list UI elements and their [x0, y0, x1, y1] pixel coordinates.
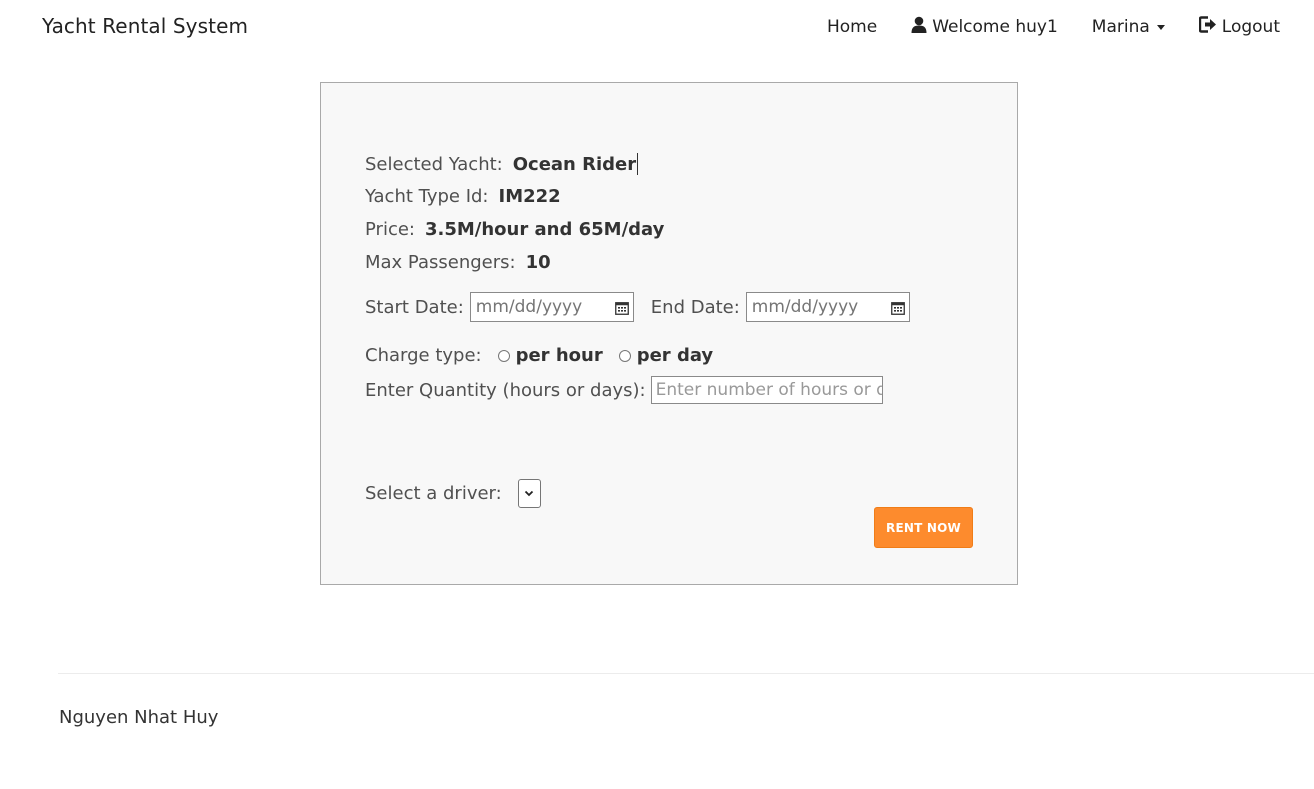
logout-icon	[1198, 16, 1217, 38]
footer-divider	[58, 673, 1314, 674]
start-date-placeholder: mm/dd/yyyy	[475, 297, 583, 317]
nav-welcome-label: Welcome huy1	[932, 17, 1058, 37]
nav-logout-link[interactable]: Logout	[1198, 16, 1280, 38]
end-date-label: End Date:	[650, 296, 740, 318]
caret-down-icon	[1156, 24, 1165, 30]
quantity-placeholder: Enter number of hours or days	[655, 380, 882, 400]
chevron-down-icon	[525, 490, 534, 497]
rent-now-button[interactable]: RENT NOW	[874, 507, 973, 548]
per-day-radio[interactable]	[618, 349, 631, 362]
quantity-input[interactable]: Enter number of hours or days	[650, 376, 883, 404]
start-date-label: Start Date:	[365, 296, 464, 318]
selected-yacht-label: Selected Yacht:	[365, 153, 503, 175]
quantity-label: Enter Quantity (hours or days):	[365, 379, 646, 401]
quantity-row: Enter Quantity (hours or days): Enter nu…	[365, 376, 883, 404]
footer-author: Nguyen Nhat Huy	[59, 707, 219, 728]
yacht-type-label: Yacht Type Id:	[365, 186, 489, 207]
nav-marina-label: Marina	[1091, 17, 1150, 37]
driver-row: Select a driver:	[365, 479, 541, 508]
per-hour-radio[interactable]	[497, 349, 510, 362]
end-date-input[interactable]: mm/dd/yyyy	[745, 292, 910, 322]
max-passengers-label: Max Passengers:	[365, 252, 516, 273]
nav-marina-dropdown[interactable]: Marina	[1092, 17, 1165, 37]
nav-home-label: Home	[826, 17, 878, 37]
text-cursor	[637, 153, 639, 175]
calendar-icon[interactable]	[890, 300, 905, 315]
navbar: Yacht Rental System Home Welcome huy1 Ma…	[0, 0, 1314, 56]
nav-home-link[interactable]: Home	[827, 17, 877, 37]
nav-links: Home Welcome huy1 Marina Logout	[827, 16, 1280, 38]
rental-form-panel: Selected Yacht: Ocean Rider Yacht Type I…	[320, 82, 1018, 585]
yacht-type-row: Yacht Type Id: IM222	[365, 186, 561, 207]
selected-yacht-row: Selected Yacht: Ocean Rider	[365, 153, 639, 175]
driver-select[interactable]	[517, 479, 541, 508]
end-date-placeholder: mm/dd/yyyy	[751, 297, 859, 317]
brand-title[interactable]: Yacht Rental System	[42, 14, 248, 38]
charge-type-row: Charge type: per hour per day	[365, 345, 713, 366]
user-icon	[911, 16, 927, 38]
price-value: 3.5M/hour and 65M/day	[424, 219, 665, 240]
nav-logout-label: Logout	[1221, 17, 1280, 37]
charge-type-label: Charge type:	[365, 345, 482, 366]
max-passengers-value: 10	[525, 252, 551, 273]
per-hour-label[interactable]: per hour	[516, 345, 603, 366]
price-row: Price: 3.5M/hour and 65M/day	[365, 219, 664, 240]
nav-welcome-link[interactable]: Welcome huy1	[911, 16, 1058, 38]
price-label: Price:	[365, 219, 415, 240]
selected-yacht-value: Ocean Rider	[512, 153, 637, 175]
driver-label: Select a driver:	[365, 483, 502, 504]
start-date-input[interactable]: mm/dd/yyyy	[469, 292, 634, 322]
yacht-type-value: IM222	[498, 186, 561, 207]
per-day-label[interactable]: per day	[637, 345, 713, 366]
max-passengers-row: Max Passengers: 10	[365, 252, 551, 273]
calendar-icon[interactable]	[614, 300, 629, 315]
dates-row: Start Date: mm/dd/yyyy End Date: mm/dd/y…	[365, 292, 910, 322]
